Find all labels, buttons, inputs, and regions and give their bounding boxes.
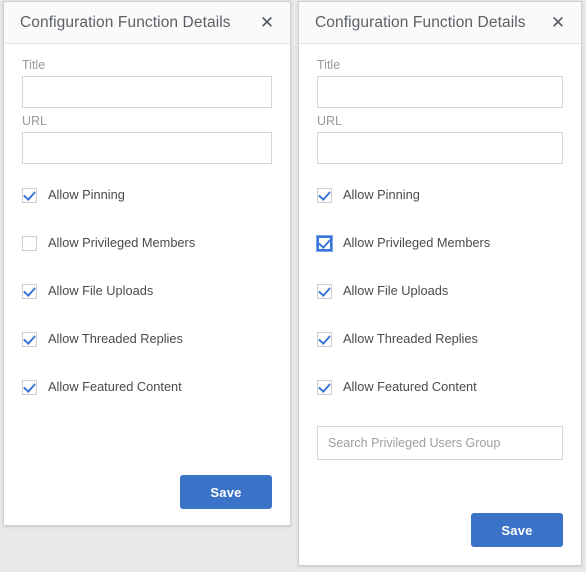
checkbox-row-allow-pinning[interactable]: Allow Pinning bbox=[22, 186, 272, 204]
url-field-label: URL bbox=[22, 114, 48, 128]
checkbox-label-allow-privileged-members: Allow Privileged Members bbox=[343, 234, 491, 250]
title-field-label: Title bbox=[317, 58, 341, 72]
checkbox-allow-threaded-replies[interactable] bbox=[317, 331, 332, 347]
save-button[interactable]: Save bbox=[180, 475, 272, 509]
checkbox-label-allow-privileged-members: Allow Privileged Members bbox=[48, 234, 196, 250]
dialog-footer: Save bbox=[4, 475, 290, 525]
checkbox-allow-featured-content[interactable] bbox=[22, 379, 37, 395]
checkbox-allow-pinning[interactable] bbox=[317, 187, 332, 203]
url-input[interactable] bbox=[22, 132, 272, 164]
checkbox-row-allow-featured-content[interactable]: Allow Featured Content bbox=[317, 378, 563, 396]
checkbox-label-allow-pinning: Allow Pinning bbox=[48, 186, 125, 202]
url-field-label: URL bbox=[317, 114, 343, 128]
privileged-users-search-group bbox=[317, 426, 563, 460]
dialog-body: Title URL Allow Pinning Allow Privileged… bbox=[4, 44, 290, 475]
title-input[interactable] bbox=[22, 76, 272, 108]
checkbox-label-allow-threaded-replies: Allow Threaded Replies bbox=[48, 330, 183, 346]
checkbox-allow-file-uploads[interactable] bbox=[317, 283, 332, 299]
checkbox-label-allow-threaded-replies: Allow Threaded Replies bbox=[343, 330, 478, 346]
checkbox-label-allow-file-uploads: Allow File Uploads bbox=[343, 282, 449, 298]
checkbox-row-allow-featured-content[interactable]: Allow Featured Content bbox=[22, 378, 272, 396]
checkbox-row-allow-threaded-replies[interactable]: Allow Threaded Replies bbox=[22, 330, 272, 348]
save-button[interactable]: Save bbox=[471, 513, 563, 547]
checkbox-label-allow-featured-content: Allow Featured Content bbox=[48, 378, 182, 394]
permissions-checkbox-list: Allow Pinning Allow Privileged Members A… bbox=[22, 186, 272, 396]
checkbox-row-allow-privileged-members[interactable]: Allow Privileged Members bbox=[22, 234, 272, 252]
checkbox-row-allow-file-uploads[interactable]: Allow File Uploads bbox=[317, 282, 563, 300]
checkbox-allow-pinning[interactable] bbox=[22, 187, 37, 203]
configuration-dialog-left: Configuration Function Details ✕ Title U… bbox=[3, 1, 291, 526]
checkbox-row-allow-file-uploads[interactable]: Allow File Uploads bbox=[22, 282, 272, 300]
close-icon[interactable]: ✕ bbox=[256, 12, 278, 34]
checkbox-label-allow-featured-content: Allow Featured Content bbox=[343, 378, 477, 394]
dialog-body: Title URL Allow Pinning Allow Privileged… bbox=[299, 44, 581, 513]
permissions-checkbox-list: Allow Pinning Allow Privileged Members A… bbox=[317, 186, 563, 396]
dialog-header: Configuration Function Details ✕ bbox=[4, 2, 290, 44]
dialog-title: Configuration Function Details bbox=[20, 13, 231, 31]
checkbox-allow-file-uploads[interactable] bbox=[22, 283, 37, 299]
url-field-group: URL bbox=[22, 114, 272, 164]
title-field-group: Title bbox=[22, 58, 272, 108]
title-field-group: Title bbox=[317, 58, 563, 108]
checkbox-label-allow-file-uploads: Allow File Uploads bbox=[48, 282, 154, 298]
checkbox-row-allow-threaded-replies[interactable]: Allow Threaded Replies bbox=[317, 330, 563, 348]
url-input[interactable] bbox=[317, 132, 563, 164]
dialog-footer: Save bbox=[299, 513, 581, 565]
configuration-dialog-right: Configuration Function Details ✕ Title U… bbox=[298, 1, 582, 566]
checkbox-allow-privileged-members[interactable] bbox=[22, 235, 37, 251]
url-field-group: URL bbox=[317, 114, 563, 164]
title-input[interactable] bbox=[317, 76, 563, 108]
checkbox-allow-featured-content[interactable] bbox=[317, 379, 332, 395]
dialog-header: Configuration Function Details ✕ bbox=[299, 2, 581, 44]
checkbox-row-allow-pinning[interactable]: Allow Pinning bbox=[317, 186, 563, 204]
search-privileged-users-input[interactable] bbox=[317, 426, 563, 460]
checkbox-allow-privileged-members[interactable] bbox=[317, 235, 332, 251]
checkbox-label-allow-pinning: Allow Pinning bbox=[343, 186, 420, 202]
close-icon[interactable]: ✕ bbox=[547, 12, 569, 34]
title-field-label: Title bbox=[22, 58, 46, 72]
checkbox-row-allow-privileged-members[interactable]: Allow Privileged Members bbox=[317, 234, 563, 252]
checkbox-allow-threaded-replies[interactable] bbox=[22, 331, 37, 347]
dialog-title: Configuration Function Details bbox=[315, 13, 526, 31]
